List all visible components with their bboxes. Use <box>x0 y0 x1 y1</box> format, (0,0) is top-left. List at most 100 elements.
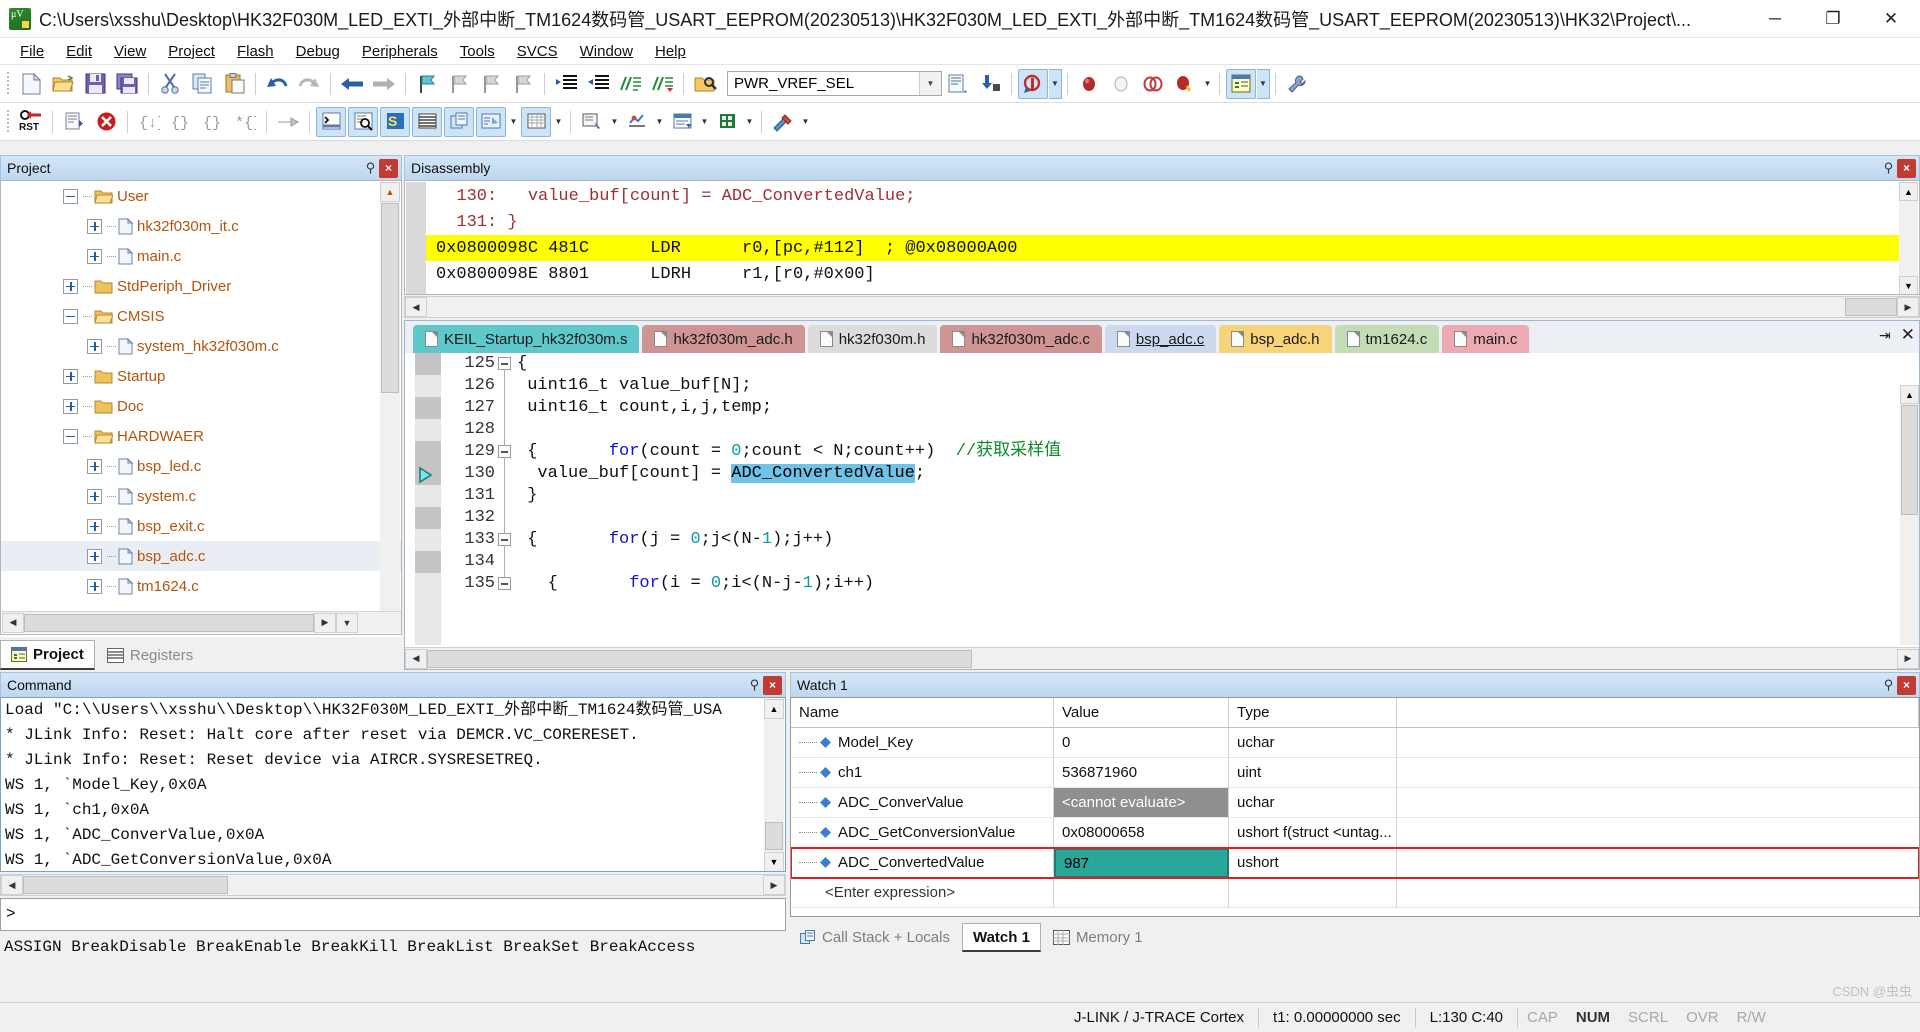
scroll-up-icon[interactable]: ▲ <box>380 182 400 202</box>
memory-window-icon[interactable] <box>521 106 551 137</box>
stop-icon[interactable] <box>91 107 121 137</box>
toolbox-icon[interactable] <box>768 107 798 137</box>
symbols-window-icon[interactable]: S <box>380 106 410 137</box>
editor-tab-hk32f030m-adc-c[interactable]: hk32f030m_adc.c <box>940 325 1102 353</box>
minimize-button[interactable]: ─ <box>1746 0 1804 38</box>
watch-cell-value[interactable]: 0x08000658 <box>1054 818 1229 848</box>
menu-file[interactable]: File <box>9 41 55 62</box>
watch-window-icon[interactable] <box>476 106 506 137</box>
editor-hscrollbar[interactable]: ◀ ▶ <box>405 647 1919 669</box>
run-to-cursor-icon[interactable]: *{} <box>230 107 260 137</box>
step-out-icon[interactable]: {}↑ <box>198 107 228 137</box>
debug-session-icon[interactable] <box>1018 68 1048 99</box>
close-icon[interactable]: × <box>1897 158 1916 178</box>
expander-minus-icon[interactable] <box>63 308 78 324</box>
tree-item-doc[interactable]: Doc <box>1 391 401 421</box>
editor-code-line-135[interactable]: { <box>517 573 558 595</box>
disassembly-body[interactable]: 130: value_buf[count] = ADC_ConvertedVal… <box>404 180 1920 295</box>
trace-dropdown-icon[interactable]: ▼ <box>698 107 711 137</box>
editor-vscroll-thumb[interactable] <box>1901 405 1918 515</box>
tab-memory-1[interactable]: Memory 1 <box>1043 923 1153 952</box>
editor-tab-bsp-adc-h[interactable]: bsp_adc.h <box>1219 325 1332 353</box>
project-tree[interactable]: User hk32f030m_it.c main.c StdPeriph_Dri… <box>0 180 402 635</box>
editor-code-line-131[interactable]: } <box>517 485 537 507</box>
editor-tab-hk32f030m-h[interactable]: hk32f030m.h <box>807 325 938 353</box>
tree-item-stdperiph-driver[interactable]: StdPeriph_Driver <box>1 271 401 301</box>
menu-svcs[interactable]: SVCS <box>506 41 569 62</box>
copy-icon[interactable] <box>187 69 217 99</box>
watch-dropdown-icon[interactable]: ▼ <box>507 107 520 137</box>
menu-window[interactable]: Window <box>569 41 644 62</box>
expander-minus-icon[interactable] <box>63 188 78 204</box>
insert-breakpoint-icon[interactable] <box>1074 69 1104 99</box>
scroll-up-icon[interactable]: ▲ <box>1900 385 1919 404</box>
editor-tab-hk32f030m-adc-h[interactable]: hk32f030m_adc.h <box>642 325 805 353</box>
watch-cell-name[interactable]: ADC_ConvertedValue <box>791 848 1054 878</box>
editor-tab-keil-startup[interactable]: KEIL_Startup_hk32f030m.s <box>413 325 640 353</box>
scroll-left-icon[interactable]: ◀ <box>405 648 427 669</box>
tree-item-bsp-led-c[interactable]: bsp_led.c <box>1 451 401 481</box>
disable-breakpoint-icon[interactable] <box>1106 69 1136 99</box>
configure-toolbar-icon[interactable] <box>1282 69 1312 99</box>
menu-flash[interactable]: Flash <box>226 41 285 62</box>
watch-table[interactable]: Name Value Type Model_Key 0 uchar ch1 53… <box>790 697 1920 917</box>
chevron-down-icon[interactable]: ▼ <box>919 72 941 95</box>
tree-item-bsp-adc-c[interactable]: bsp_adc.c <box>1 541 401 571</box>
menu-project[interactable]: Project <box>157 41 226 62</box>
close-button[interactable]: ✕ <box>1862 0 1920 38</box>
paste-icon[interactable] <box>219 69 249 99</box>
show-next-statement-icon[interactable] <box>273 107 303 137</box>
scroll-left-icon[interactable]: ◀ <box>1 875 23 895</box>
project-tree-hscrollbar[interactable]: ◀ ▶ ▼ <box>2 611 401 633</box>
tab-call-stack-locals[interactable]: Call Stack + Locals <box>790 923 960 952</box>
step-icon[interactable]: {↓} <box>134 107 164 137</box>
editor-code-line-129[interactable]: { <box>517 441 537 463</box>
expander-plus-icon[interactable] <box>87 458 102 474</box>
editor-code-line-133[interactable]: { <box>517 529 537 551</box>
scroll-left-icon[interactable]: ◀ <box>405 297 427 317</box>
scroll-right-icon[interactable]: ▶ <box>1897 648 1919 669</box>
watch-col-type[interactable]: Type <box>1229 698 1397 728</box>
command-hscroll-thumb[interactable] <box>23 876 228 894</box>
watch-cell-name[interactable]: ch1 <box>791 758 1054 788</box>
indent-right-icon[interactable] <box>551 69 581 99</box>
open-file-icon[interactable] <box>48 69 78 99</box>
manage-project-icon[interactable] <box>1226 68 1256 99</box>
debug-toolbar-grip[interactable] <box>3 109 12 134</box>
system-viewer-dropdown-icon[interactable]: ▼ <box>743 107 756 137</box>
bookmark-toggle-icon[interactable] <box>412 69 442 99</box>
tree-item-hk32f030m-it-c[interactable]: hk32f030m_it.c <box>1 211 401 241</box>
expander-plus-icon[interactable] <box>87 548 102 564</box>
trace-window-icon[interactable] <box>667 107 697 137</box>
analysis-window-icon[interactable] <box>622 107 652 137</box>
tab-watch-1[interactable]: Watch 1 <box>961 923 1041 952</box>
save-icon[interactable] <box>80 69 110 99</box>
tree-item-user[interactable]: User <box>1 181 401 211</box>
command-vscrollbar[interactable]: ▲ ▼ <box>764 699 784 871</box>
editor-code-line-130[interactable]: value_buf[count] = ADC_ConvertedValue; <box>517 463 925 485</box>
registers-window-icon[interactable] <box>412 106 442 137</box>
tab-list-icon[interactable]: ⇥ <box>1879 327 1891 344</box>
editor-tab-tm1624-c[interactable]: tm1624.c <box>1334 325 1440 353</box>
expander-plus-icon[interactable] <box>87 578 102 594</box>
serial-dropdown-icon[interactable]: ▼ <box>608 107 621 137</box>
project-tree-hscroll-thumb[interactable] <box>24 613 314 632</box>
scroll-right-icon[interactable]: ▶ <box>763 875 785 895</box>
command-input[interactable]: > <box>0 898 786 931</box>
disassembly-window-icon[interactable] <box>348 106 378 137</box>
target-options-icon[interactable] <box>943 69 973 99</box>
find-in-files-icon[interactable] <box>690 69 720 99</box>
command-window-icon[interactable] <box>316 106 346 137</box>
scroll-down-icon[interactable]: ▼ <box>1899 276 1918 294</box>
tab-project[interactable]: Project <box>0 640 95 670</box>
editor-vscrollbar[interactable]: ▲ <box>1900 385 1919 645</box>
tree-item-system-hk32f030m-c[interactable]: system_hk32f030m.c <box>1 331 401 361</box>
watch-new-expression-placeholder[interactable]: <Enter expression> <box>791 878 1054 908</box>
menu-help[interactable]: Help <box>644 41 697 62</box>
debug-session-dropdown-icon[interactable]: ▼ <box>1049 68 1062 99</box>
watch-cell-name[interactable]: Model_Key <box>791 728 1054 758</box>
pin-icon[interactable]: ⚲ <box>1880 159 1897 178</box>
project-tree-vscroll-thumb[interactable] <box>381 203 399 393</box>
command-output[interactable]: Load "C:\\Users\\xsshu\\Desktop\\HK32F03… <box>0 697 786 872</box>
command-hscrollbar[interactable]: ◀ ▶ <box>0 874 786 896</box>
